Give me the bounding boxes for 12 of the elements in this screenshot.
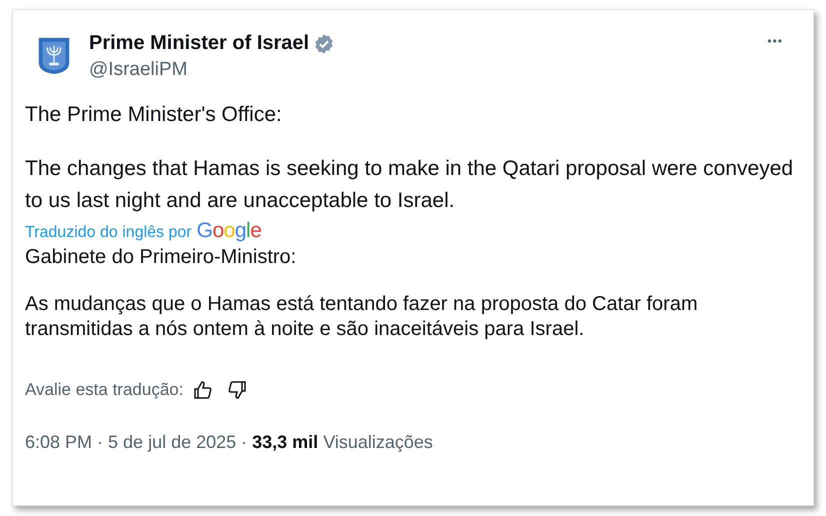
google-logo: Google [196, 219, 262, 243]
tweet-text: The changes that Hamas is seeking to make in the Qatari proposal were conveyed to us last night and are unacceptable to Israel. [25, 156, 794, 214]
rate-prompt: Avalie esta tradução: [25, 380, 184, 400]
more-button[interactable]: ••• [767, 34, 783, 48]
tweet-metadata: 6:08 PM · 5 de jul de 2025 · 33,3 mil Visualizações [25, 432, 434, 453]
thumbs-down-icon[interactable] [227, 380, 248, 400]
translated-text: As mudanças que o Hamas está tentando fazer na proposta do Catar foram transmitidas a nós ontem à noite e são inaceitáveis para Israel. [25, 292, 699, 342]
translated-text: Gabinete do Primeiro-Ministro: [25, 245, 298, 270]
tweet-text: The Prime Minister's Office: [25, 102, 283, 128]
thumbs-up-icon[interactable] [193, 380, 214, 400]
author-handle[interactable]: @IsraeliPM [89, 59, 768, 81]
author-name[interactable]: Prime Minister of Israel [89, 32, 310, 55]
